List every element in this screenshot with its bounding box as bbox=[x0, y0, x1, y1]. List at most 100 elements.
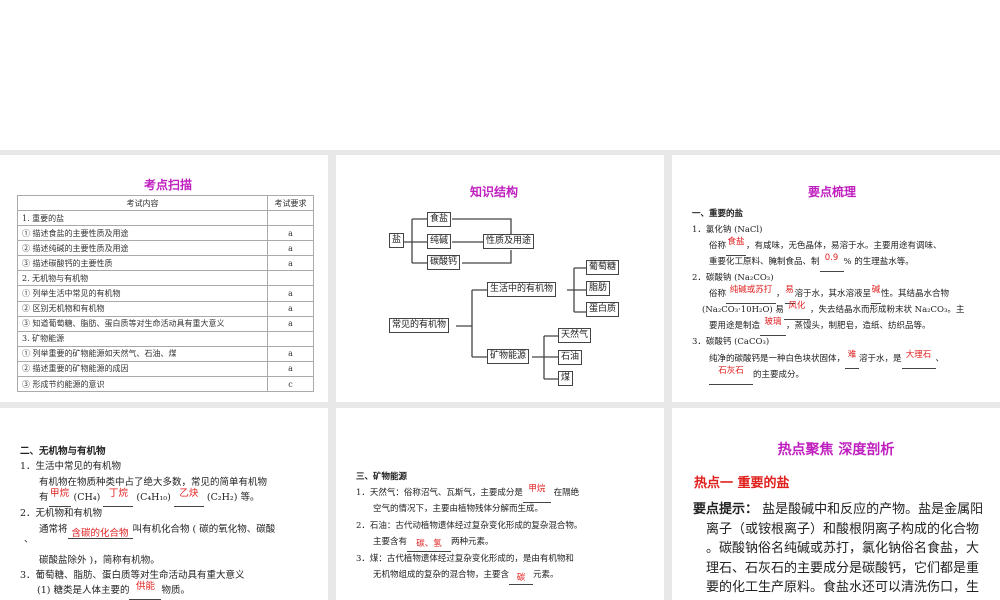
answer-blank: 食盐 bbox=[726, 237, 747, 256]
text: 元素。 bbox=[533, 570, 559, 580]
para-line: 通常将 含碳的化合物 叫有机化合物 ( 碳的氧化物、碳酸 bbox=[39, 522, 275, 539]
answer-blank: 玻璃 bbox=[760, 317, 787, 336]
answer: 供能 bbox=[135, 581, 155, 592]
table-row: ② 区别无机物和有机物 a bbox=[17, 300, 314, 317]
text: (CH₄) bbox=[73, 492, 101, 503]
text: % 的生理盐水等。 bbox=[843, 257, 914, 267]
cell-content: ③ 知道葡萄糖、脂肪、蛋白质等对生命活动具有重大意义 bbox=[17, 315, 268, 332]
node-oil: 石油 bbox=[558, 350, 583, 365]
node-natural-gas: 天然气 bbox=[558, 328, 592, 343]
text: 溶于水，其水溶液呈 bbox=[794, 289, 872, 299]
text: 两种元素。 bbox=[451, 537, 494, 547]
answer: 石灰石 bbox=[718, 366, 744, 376]
table-row: ① 列举生活中常见的有机物 a bbox=[17, 285, 314, 302]
slide-hot-topics[interactable]: 热点聚焦 深度剖析 热点一 重要的盐 要点提示： 盐是酸碱中和反应的产物。盐是金… bbox=[672, 408, 1000, 600]
para-line: 碳酸盐除外 )，简称有机物。 bbox=[39, 555, 160, 566]
cell-requirement: a bbox=[267, 315, 314, 332]
text: 有 bbox=[39, 492, 49, 503]
cell-content: ② 区别无机物和有机物 bbox=[17, 300, 268, 317]
table-row: 3. 矿物能源 bbox=[17, 330, 314, 347]
table-row: ② 描述重要的矿物能源的成因 a bbox=[17, 360, 314, 378]
cell-content: 3. 矿物能源 bbox=[17, 330, 268, 347]
node-soda: 纯碱 bbox=[427, 234, 452, 249]
table-row: ② 描述纯碱的主要性质及用途 a bbox=[17, 240, 314, 257]
slide-exam-scan[interactable]: 考点扫描 考试内容 考试要求 1. 重要的盐 ① 描述食盐的主要性质及用途 a ② 描述… bbox=[0, 155, 328, 402]
cell-content: ② 描述纯碱的主要性质及用途 bbox=[17, 240, 268, 257]
node-life-organics: 生活中的有机物 bbox=[487, 282, 557, 297]
text: 主要含有 bbox=[373, 537, 408, 547]
answer-blank: 石灰石 bbox=[709, 366, 753, 385]
cell-content: ① 描述食盐的主要性质及用途 bbox=[17, 225, 268, 242]
answer: 大理石 bbox=[905, 350, 932, 360]
para-line: 1．天然气：俗称沼气、瓦斯气，主要成分是 甲烷 在隔绝 bbox=[356, 484, 580, 503]
table-row: 2. 无机物与有机物 bbox=[17, 270, 314, 287]
text: (1) 糖类是人体主要的 bbox=[37, 585, 130, 596]
text: 俗称 bbox=[709, 289, 727, 299]
text: 纯净的碳酸钙是一种白色块状固体， bbox=[709, 354, 846, 364]
na2co3-line2: (Na₂CO₃·10H₂O) 易风化 ，失去结晶水而形成粉末状 Na₂CO₃。主 bbox=[702, 301, 965, 320]
slide-title: 考点扫描 bbox=[143, 178, 192, 192]
cell-requirement: a bbox=[267, 300, 314, 317]
answer: 甲烷 bbox=[50, 488, 70, 499]
answer-blank: 0.9 bbox=[819, 253, 844, 272]
text: ，蒸馒头，制肥皂，造纸、纺织品等。 bbox=[786, 321, 931, 331]
text: 俗称 bbox=[709, 241, 727, 251]
para-line: 空气的情况下，主要由植物残体分解而生成。 bbox=[373, 504, 544, 514]
node-properties-uses: 性质及用途 bbox=[483, 234, 535, 249]
text: ，失去结晶水而形成粉末状 Na₂CO₃。主 bbox=[809, 305, 965, 315]
text: 重要化工原料、腌制食品、制 bbox=[709, 257, 820, 267]
answer-blank: 甲烷 bbox=[522, 484, 551, 503]
answer: 含碳的化合物 bbox=[71, 528, 129, 539]
answer: 纯碱或苏打 bbox=[729, 285, 773, 295]
table-row: 1. 重要的盐 bbox=[17, 209, 314, 227]
cell-requirement: a bbox=[267, 360, 314, 378]
caco3-line2: 石灰石 的主要成分。 bbox=[709, 366, 804, 385]
node-glucose: 葡萄糖 bbox=[586, 260, 620, 275]
text: 1．天然气：俗称沼气、瓦斯气，主要成分是 bbox=[356, 488, 523, 498]
text: 性。其结晶水合物 bbox=[881, 289, 950, 299]
answer-blank: 碱 bbox=[871, 285, 882, 304]
answer: 碳、氢 bbox=[416, 539, 442, 549]
text: 叫有机化合物 ( 碳的氧化物、碳酸 bbox=[132, 524, 276, 535]
answer-blank: 含碳的化合物 bbox=[67, 522, 133, 539]
answer: 0.9 bbox=[824, 253, 839, 263]
answer-blank: 丁烷 bbox=[103, 488, 134, 507]
slide-organic-inorganic[interactable]: 二、无机物与有机物 1．生活中常见的有机物 有机物在物质种类中占了绝大多数，常见… bbox=[0, 408, 328, 600]
slide-key-points[interactable]: 要点梳理 一、重要的盐 1．氯化钠 (NaCl) 俗称食盐 ，有咸味，无色晶体，易… bbox=[672, 155, 1000, 402]
para-line: 、 bbox=[24, 534, 34, 545]
para-line: 有甲烷 (CH₄) 丁烷 (C₄H₁₀) 乙炔 (C₂H₂) 等。 bbox=[39, 488, 259, 507]
hot-subtitle: 热点一 重要的盐 bbox=[694, 476, 790, 491]
answer: 碳 bbox=[516, 573, 526, 583]
cell-requirement: a bbox=[267, 345, 314, 362]
slide-knowledge-structure[interactable]: 知识结构 盐 食盐 纯碱 碳酸钙 性质及用途 常见的有机物 生活中的有机物 葡萄… bbox=[336, 155, 664, 402]
answer: 碱 bbox=[871, 285, 881, 295]
answer-blank: 碳、氢 bbox=[407, 534, 452, 552]
text: (Na₂CO₃·10H₂O) 易 bbox=[702, 305, 784, 315]
text: ， bbox=[776, 289, 785, 299]
caco3-line1: 纯净的碳酸钙是一种白色块状固体，难溶于水，是 大理石、 bbox=[709, 350, 944, 369]
subheading-2: 2．无机物和有机物 bbox=[20, 508, 103, 519]
cell-content: ③ 形成节约能源的意识 bbox=[17, 376, 268, 393]
cell-requirement: c bbox=[267, 376, 314, 393]
cell-content: 2. 无机物与有机物 bbox=[17, 270, 268, 287]
answer: 食盐 bbox=[727, 237, 745, 247]
table-row: ③ 形成节约能源的意识 c bbox=[17, 376, 314, 393]
answer-blank: 大理石 bbox=[901, 350, 936, 369]
text: 在隔绝 bbox=[550, 488, 580, 498]
para-line: 2．石油：古代动植物遗体经过复杂变化形成的复杂混合物。 bbox=[356, 521, 583, 531]
hot-paragraph: 要点提示： 盐是酸碱中和反应的产物。盐是金属阳离子（或铵根离子）和酸根阴离子构成… bbox=[693, 500, 989, 598]
slide-mineral-energy[interactable]: 三、矿物能源 1．天然气：俗称沼气、瓦斯气，主要成分是 甲烷 在隔绝 空气的情况下… bbox=[336, 408, 664, 600]
answer-blank: 供能 bbox=[129, 581, 162, 600]
text: (C₄H₁₀) bbox=[136, 492, 171, 503]
slide-title: 要点梳理 bbox=[807, 185, 856, 199]
cell-content: ① 列举重要的矿物能源如天然气、石油、煤 bbox=[17, 345, 268, 362]
section-heading: 一、重要的盐 bbox=[692, 209, 744, 219]
answer: 难 bbox=[847, 350, 857, 360]
subheading-3: 3．葡萄糖、脂肪、蛋白质等对生命活动具有重大意义 bbox=[20, 570, 245, 581]
text: ，有咸味，无色晶体，易溶于水。主要用途有调味、 bbox=[746, 241, 942, 251]
cell-content: 1. 重要的盐 bbox=[17, 209, 268, 227]
label: 要点提示： bbox=[693, 502, 759, 517]
cell-requirement bbox=[267, 330, 314, 347]
header-content: 考试内容 bbox=[17, 195, 268, 211]
slide-title: 热点聚焦 深度剖析 bbox=[777, 442, 895, 458]
